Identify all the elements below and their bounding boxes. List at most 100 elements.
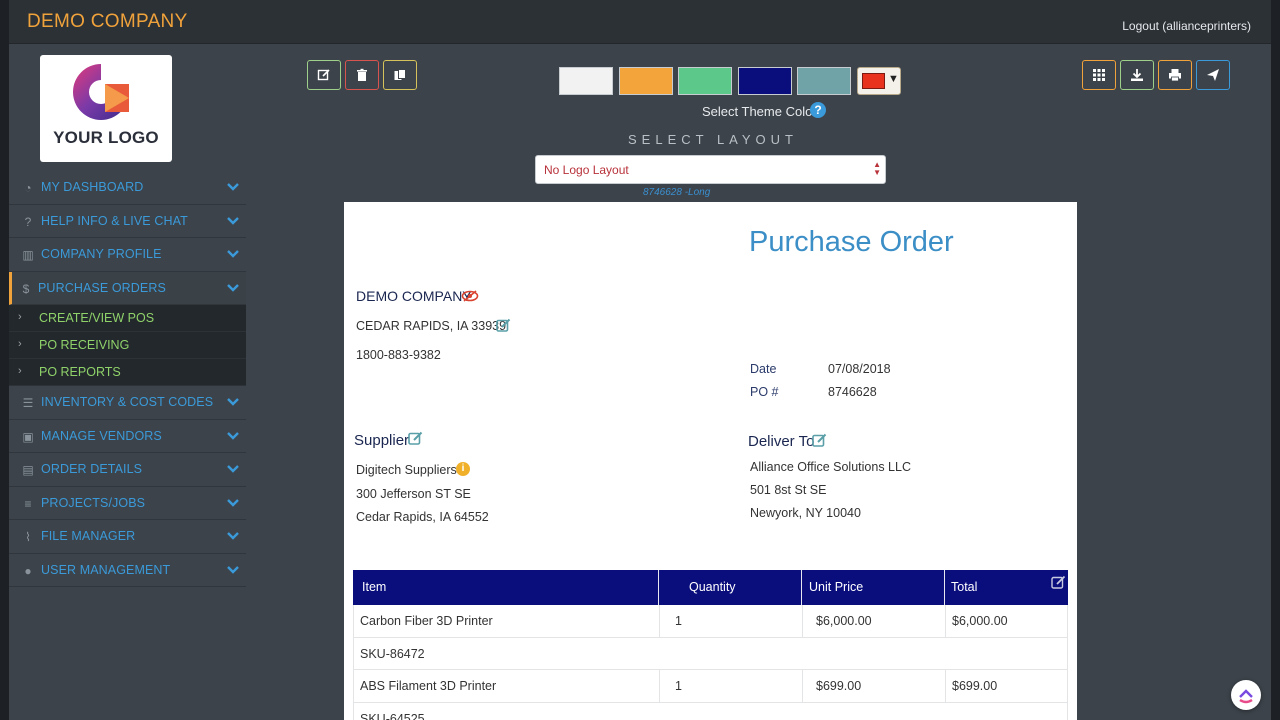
column-divider	[658, 570, 659, 605]
sidebar-item-order-details[interactable]: ▤ ORDER DETAILS	[9, 453, 246, 487]
brand-name: DEMO COMPANY	[27, 11, 188, 32]
theme-swatch-white[interactable]	[559, 67, 613, 95]
trash-icon	[357, 68, 367, 81]
sidebar-subitem-po-receiving[interactable]: › PO RECEIVING	[9, 332, 246, 359]
item-unit-price: $6,000.00	[816, 614, 872, 628]
table-row-sku: SKU-86472	[353, 637, 1068, 670]
line-items-table: Item Quantity Unit Price Total Carbon Fi…	[353, 570, 1068, 720]
deliver-to-city: Newyork, NY 10040	[750, 506, 861, 520]
table-row[interactable]: ABS Filament 3D Printer 1 $699.00 $699.0…	[353, 670, 1068, 703]
sidebar-item-user-management[interactable]: ● USER MANAGEMENT	[9, 553, 246, 587]
item-sku: SKU-86472	[360, 646, 425, 661]
sidebar-menu: ◔ MY DASHBOARD ? HELP INFO & LIVE CHAT ▥…	[9, 171, 246, 587]
cell-divider	[659, 605, 660, 638]
sidebar-item-help-info[interactable]: ? HELP INFO & LIVE CHAT	[9, 204, 246, 238]
inbox-icon: ▤	[22, 463, 34, 477]
cell-divider	[945, 670, 946, 703]
cell-divider	[802, 605, 803, 638]
edit-icon	[317, 69, 330, 81]
cell-divider	[945, 605, 946, 638]
item-quantity: 1	[675, 614, 682, 628]
sidebar-item-purchase-orders[interactable]: $ PURCHASE ORDERS	[9, 271, 246, 305]
sidebar-item-inventory[interactable]: ☰ INVENTORY & COST CODES	[9, 386, 246, 420]
sidebar-item-projects-jobs[interactable]: ≡ PROJECTS/JOBS	[9, 486, 246, 520]
select-arrows-icon: ▲ ▼	[873, 160, 881, 177]
supplier-city: Cedar Rapids, IA 64552	[356, 510, 489, 524]
table-header: Item Quantity Unit Price Total	[353, 570, 1068, 605]
sidebar-item-label: USER MANAGEMENT	[41, 562, 171, 577]
chevron-down-icon[interactable]	[226, 395, 240, 409]
theme-swatch-green[interactable]	[678, 67, 732, 95]
print-icon	[1169, 69, 1181, 82]
help-icon[interactable]: ?	[810, 102, 826, 118]
edit-supplier-icon[interactable]	[408, 431, 423, 446]
download-button[interactable]	[1120, 60, 1154, 90]
item-total: $699.00	[952, 679, 998, 693]
column-header-item: Item	[362, 580, 387, 594]
document-title: Purchase Order	[749, 226, 954, 258]
delete-button[interactable]	[345, 60, 379, 90]
list-icon: ☰	[22, 396, 34, 410]
chevron-down-icon[interactable]	[226, 563, 240, 577]
chevron-down-icon[interactable]	[226, 180, 240, 194]
company-logo[interactable]: YOUR LOGO	[40, 55, 172, 162]
sidebar-item-company-profile[interactable]: ▥ COMPANY PROFILE	[9, 238, 246, 272]
chevron-down-icon[interactable]	[226, 247, 240, 261]
edit-deliver-to-icon[interactable]	[812, 433, 827, 448]
deliver-to-name: Alliance Office Solutions LLC	[750, 460, 911, 474]
sidebar-item-my-dashboard[interactable]: ◔ MY DASHBOARD	[9, 171, 246, 205]
column-header-unit-price: Unit Price	[809, 580, 864, 594]
building-icon: ▥	[22, 248, 34, 262]
edit-button[interactable]	[307, 60, 341, 90]
app-frame: DEMO COMPANY Logout (allianceprinters) Y…	[9, 0, 1271, 720]
grid-view-button[interactable]	[1082, 60, 1116, 90]
chevron-down-icon[interactable]	[226, 214, 240, 228]
send-button[interactable]	[1196, 60, 1230, 90]
print-button[interactable]	[1158, 60, 1192, 90]
date-label: Date	[750, 362, 777, 376]
theme-swatch-orange[interactable]	[619, 67, 673, 95]
sidebar-subitem-po-reports[interactable]: › PO REPORTS	[9, 359, 246, 386]
sidebar-subitem-create-view-pos[interactable]: › CREATE/VIEW POS	[9, 305, 246, 332]
question-icon: ?	[24, 214, 32, 229]
supplier-info-icon[interactable]: i	[456, 462, 470, 476]
sidebar-item-file-manager[interactable]: ⌇ FILE MANAGER	[9, 520, 246, 554]
sidebar-item-label: INVENTORY & COST CODES	[41, 395, 214, 409]
item-name: ABS Filament 3D Printer	[360, 679, 497, 693]
item-quantity: 1	[675, 679, 682, 693]
picker-color-preview	[862, 73, 885, 89]
chevron-down-icon[interactable]	[226, 529, 240, 543]
chevron-down-icon[interactable]	[226, 462, 240, 476]
item-sku: SKU-64525	[360, 711, 425, 720]
chevron-down-icon[interactable]	[226, 281, 240, 295]
chevron-down-icon[interactable]	[226, 496, 240, 510]
column-divider	[801, 570, 802, 605]
theme-swatch-teal[interactable]	[797, 67, 851, 95]
item-unit-price: $699.00	[816, 679, 862, 693]
po-number-label: PO #	[750, 385, 779, 399]
layout-select[interactable]: No Logo Layout ▲ ▼	[535, 155, 886, 184]
chevron-down-icon[interactable]	[226, 429, 240, 443]
chat-widget-button[interactable]	[1231, 680, 1261, 710]
layout-title: SELECT LAYOUT	[628, 132, 798, 147]
layout-select-value: No Logo Layout	[544, 163, 629, 177]
edit-table-icon[interactable]	[1051, 575, 1066, 590]
edit-address-icon[interactable]	[496, 318, 511, 333]
sidebar-item-label: MANAGE VENDORS	[41, 428, 162, 443]
sidebar-item-manage-vendors[interactable]: ▣ MANAGE VENDORS	[9, 419, 246, 453]
paperclip-icon: ⌇	[25, 530, 31, 544]
column-header-quantity: Quantity	[689, 580, 736, 594]
vendor-icon: ▣	[22, 429, 34, 444]
color-picker[interactable]: ▼	[857, 67, 901, 95]
table-row[interactable]: Carbon Fiber 3D Printer 1 $6,000.00 $6,0…	[353, 605, 1068, 638]
users-icon: ●	[24, 563, 32, 578]
supplier-street: 300 Jefferson ST SE	[356, 487, 471, 501]
theme-swatch-navy[interactable]	[738, 67, 792, 95]
visibility-toggle-icon[interactable]	[461, 290, 479, 302]
top-bar: DEMO COMPANY Logout (allianceprinters)	[9, 0, 1271, 44]
copy-button[interactable]	[383, 60, 417, 90]
logout-link[interactable]: Logout (allianceprinters)	[1122, 19, 1251, 33]
purchase-order-document: Purchase Order DEMO COMPANY CEDAR RAPIDS…	[344, 202, 1077, 720]
logo-text: YOUR LOGO	[53, 128, 159, 147]
sidebar-item-label: COMPANY PROFILE	[41, 247, 162, 261]
